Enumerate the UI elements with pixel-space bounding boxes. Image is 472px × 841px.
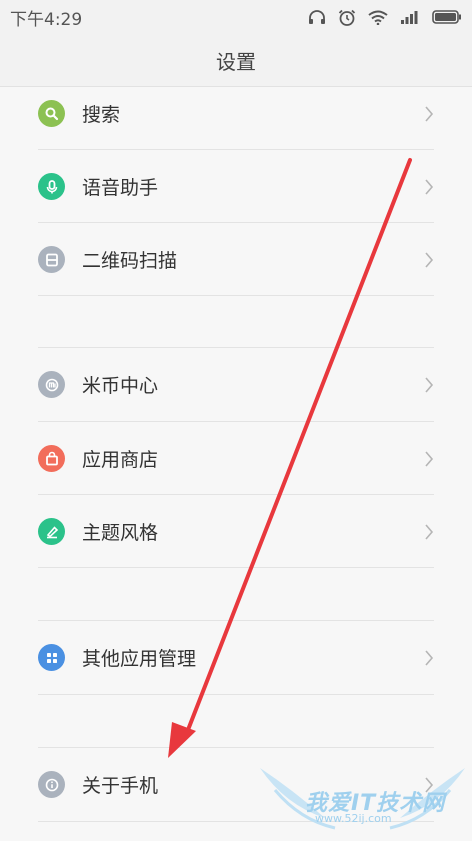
divider [38,295,434,296]
chevron-right-icon [425,105,434,122]
info-icon [38,771,65,798]
settings-item-label: 米币中心 [82,375,159,397]
settings-item-other-apps[interactable]: 其他应用管理 [0,621,472,694]
chevron-right-icon [425,450,434,467]
status-time: 下午4:29 [10,9,83,30]
divider [38,567,434,568]
settings-item-label: 搜索 [82,104,121,126]
settings-item-label: 其他应用管理 [82,648,197,670]
chevron-right-icon [425,376,434,393]
settings-item-about-phone[interactable]: 关于手机 [0,748,472,821]
status-bar: 下午4:29 [0,0,472,34]
theme-brush-icon [38,518,65,545]
qr-scan-icon [38,246,65,273]
settings-item-voice-assistant[interactable]: 语音助手 [0,150,472,223]
chevron-right-icon [425,251,434,268]
chevron-right-icon [425,523,434,540]
settings-item-qr-scan[interactable]: 二维码扫描 [0,223,472,296]
settings-item-mi-coin[interactable]: 米币中心 [0,348,472,421]
search-icon [38,100,65,127]
settings-item-label: 语音助手 [82,177,159,199]
divider [38,821,434,822]
chevron-right-icon [425,776,434,793]
status-icons [308,9,462,26]
store-bag-icon [38,445,65,472]
chevron-right-icon [425,178,434,195]
settings-item-theme[interactable]: 主题风格 [0,495,472,568]
mi-coin-icon [38,371,65,398]
settings-item-search[interactable]: 搜索 [0,77,472,150]
alarm-icon [338,9,356,26]
apps-grid-icon [38,644,65,671]
signal-icon [400,10,420,24]
settings-item-app-store[interactable]: 应用商店 [0,422,472,495]
settings-item-label: 二维码扫描 [82,250,178,272]
headphone-icon [308,9,326,25]
page-title: 设置 [216,49,256,74]
divider [38,694,434,695]
wifi-icon [368,10,388,25]
settings-item-label: 主题风格 [82,522,159,544]
settings-item-label: 应用商店 [82,449,159,471]
chevron-right-icon [425,649,434,666]
microphone-icon [38,173,65,200]
settings-item-label: 关于手机 [82,775,159,797]
battery-icon [432,10,462,24]
